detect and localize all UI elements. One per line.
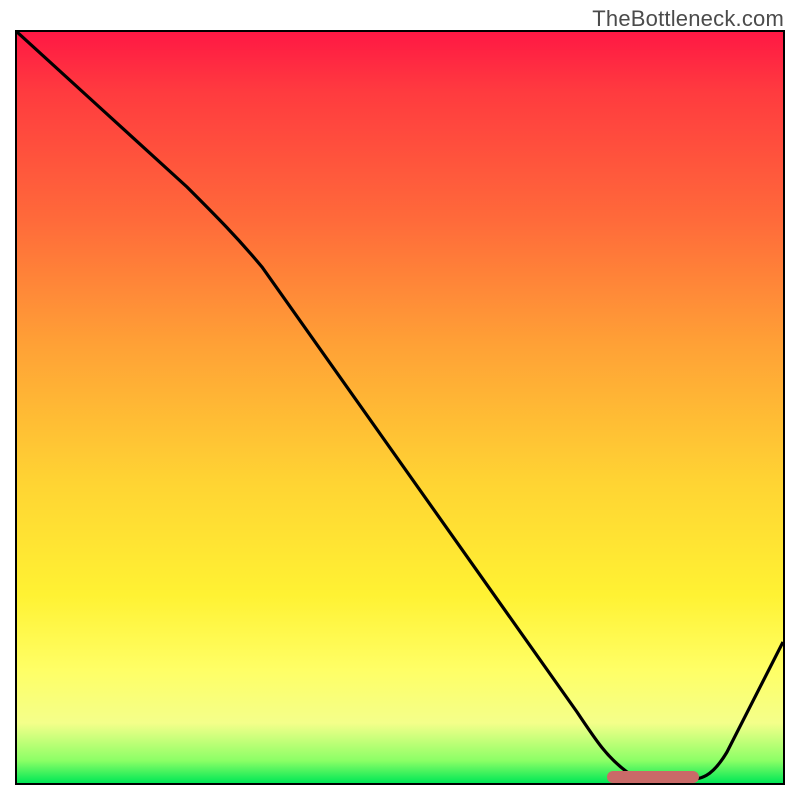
chart-frame [15, 30, 785, 785]
bottleneck-curve-path [17, 32, 783, 780]
watermark-text: TheBottleneck.com [592, 6, 784, 32]
chart-svg [17, 32, 783, 783]
